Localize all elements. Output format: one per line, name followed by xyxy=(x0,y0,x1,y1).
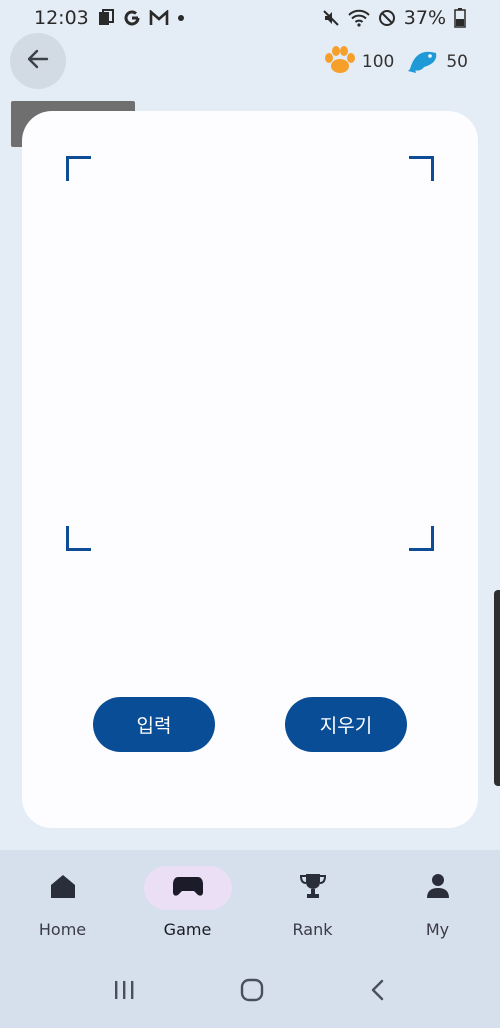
nav-icon-container xyxy=(269,866,357,910)
home-icon xyxy=(48,872,78,904)
gamepad-icon xyxy=(172,874,204,902)
fish-count: 50 xyxy=(446,52,468,72)
mute-icon xyxy=(322,9,340,27)
status-right: 37% xyxy=(322,7,466,29)
frame-corner-bottom-left xyxy=(66,526,91,551)
frame-corner-top-right xyxy=(409,156,434,181)
do-not-disturb-icon xyxy=(378,9,396,27)
status-left: 12:03 xyxy=(34,7,185,29)
status-bar: 12:03 37% xyxy=(0,0,500,36)
nav-item-my[interactable]: My xyxy=(378,866,498,939)
trophy-icon xyxy=(298,872,328,904)
battery-icon xyxy=(454,8,466,28)
clear-button[interactable]: 지우기 xyxy=(285,697,407,752)
wifi-icon xyxy=(348,9,370,27)
back-chevron-icon[interactable] xyxy=(368,978,388,1006)
nav-label-rank: Rank xyxy=(292,920,333,939)
system-nav-bar xyxy=(0,956,500,1028)
frame-corner-top-left xyxy=(66,156,91,181)
nav-item-home[interactable]: Home xyxy=(3,866,123,939)
nav-icon-container xyxy=(143,866,232,910)
dot-icon xyxy=(177,14,185,22)
home-circle-icon[interactable] xyxy=(239,977,265,1007)
nav-icon-container xyxy=(394,866,482,910)
paw-icon xyxy=(324,45,356,79)
bottom-nav: Home Game Rank My xyxy=(0,850,500,956)
back-button[interactable] xyxy=(10,33,66,89)
person-icon xyxy=(424,872,452,904)
fish-icon xyxy=(406,45,440,80)
recents-icon[interactable] xyxy=(112,979,136,1005)
battery-percent: 37% xyxy=(403,7,446,29)
google-icon xyxy=(123,9,141,27)
game-card: 입력 지우기 xyxy=(22,111,478,828)
scroll-handle[interactable] xyxy=(494,590,500,786)
currency-bar: 100 50 xyxy=(324,44,468,80)
nav-item-rank[interactable]: Rank xyxy=(253,866,373,939)
nav-item-game[interactable]: Game xyxy=(128,866,248,939)
frame-corner-bottom-right xyxy=(409,526,434,551)
fish-currency: 50 xyxy=(406,45,468,80)
status-time: 12:03 xyxy=(34,7,89,29)
calendar-icon xyxy=(97,9,115,27)
input-button[interactable]: 입력 xyxy=(93,697,215,752)
paw-count: 100 xyxy=(361,52,395,72)
gmail-icon xyxy=(149,10,169,26)
paw-currency: 100 xyxy=(324,45,395,79)
nav-label-my: My xyxy=(425,920,450,939)
nav-icon-container xyxy=(19,866,107,910)
nav-label-game: Game xyxy=(163,920,212,939)
arrow-left-icon xyxy=(25,46,51,76)
nav-label-home: Home xyxy=(38,920,87,939)
